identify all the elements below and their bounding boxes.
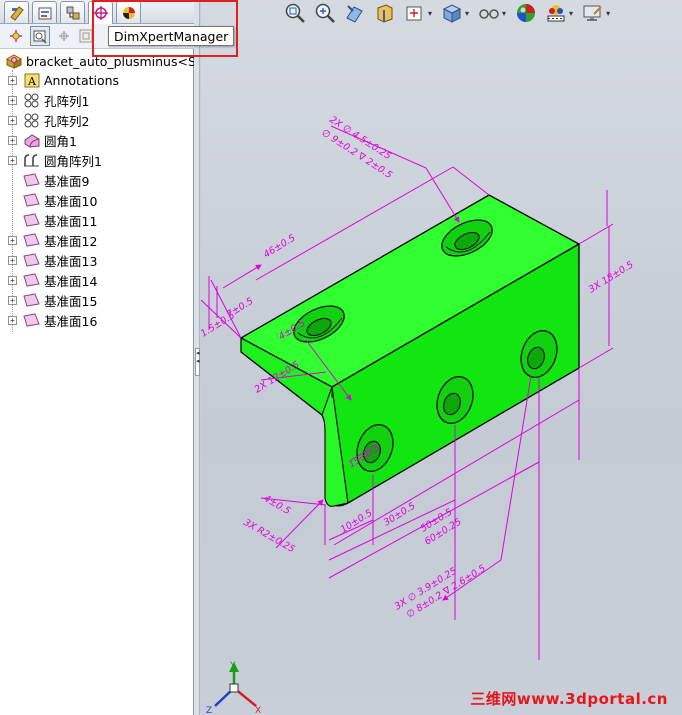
dim-side-b[interactable]: 30±0.5 (382, 501, 418, 529)
plane-icon (23, 253, 40, 268)
triad-y-label: Y (229, 661, 236, 671)
tree-item-label: 基准面9 (44, 173, 90, 189)
show-tolerance-status-button[interactable] (30, 26, 50, 46)
tree-item-label: 圆角1 (44, 133, 77, 149)
auto-dimension-button[interactable] (6, 26, 26, 46)
tab-propertymanager[interactable] (32, 1, 57, 23)
plane-icon (23, 273, 40, 288)
expand-icon[interactable]: + (8, 235, 17, 245)
hole-pattern-icon (23, 93, 40, 108)
triad-z-label: Z (206, 706, 212, 715)
auto-dimension-icon (10, 30, 22, 42)
expand-icon[interactable]: + (8, 315, 17, 325)
collapse-panel-handle[interactable]: ◂ ◂ (195, 348, 200, 376)
tree-item-annotations[interactable]: + A Annotations (8, 70, 119, 90)
tab-configurationmanager[interactable] (60, 1, 85, 23)
expand-icon[interactable]: + (8, 75, 17, 85)
configurationmanager-icon (66, 6, 79, 19)
graphics-area[interactable]: ▾ ▾ ▾ ▾ ▾ 2X ∅ 4.5±0.25 ∅ 9±0.2 ∇ 2±0.5 … (201, 0, 682, 715)
tree-item-plane-10[interactable]: 基准面10 (8, 190, 97, 210)
tree-item-label: 孔阵列2 (44, 113, 90, 129)
tree-item-label: 基准面12 (44, 233, 98, 249)
expand-icon[interactable]: + (8, 275, 17, 285)
expand-icon[interactable]: + (8, 135, 17, 145)
tree-item-plane-15[interactable]: + 基准面15 (8, 290, 97, 310)
plane-icon (23, 213, 40, 228)
site-watermark: 三维网www.3dportal.cn (470, 690, 668, 708)
plane-icon (23, 173, 40, 188)
tab-tooltip: DimXpertManager (108, 26, 235, 46)
triad-x-label: X (255, 706, 261, 715)
tree-item-label: 孔阵列1 (44, 93, 90, 109)
tree-item-label: 基准面15 (44, 293, 98, 309)
tree-item-hole-pattern-1[interactable]: + 孔阵列1 (8, 90, 89, 110)
expand-icon[interactable]: + (8, 155, 17, 165)
model-canvas: 2X ∅ 4.5±0.25 ∅ 9±0.2 ∇ 2±0.5 46±0.5 7±0… (201, 114, 636, 715)
dim-fillet[interactable]: 4±0.5 (262, 493, 293, 517)
tree-item-label: 圆角阵列1 (44, 153, 102, 169)
tree-item-label: Annotations (44, 72, 120, 88)
expand-icon[interactable]: + (8, 95, 17, 105)
tree-item-label: 基准面16 (44, 313, 98, 329)
plane-icon (23, 313, 40, 328)
fillet-icon (23, 133, 40, 148)
plane-icon (23, 233, 40, 248)
tree-item-label: 基准面14 (44, 273, 98, 289)
annotations-icon: A (23, 73, 40, 88)
tree-item-plane-11[interactable]: 基准面11 (8, 210, 97, 230)
tolerance-status-icon (33, 30, 47, 44)
tree-item-hole-pattern-2[interactable]: + 孔阵列2 (8, 110, 89, 130)
featuremanager-icon (9, 5, 24, 21)
copy-tolerance-scheme-button[interactable] (54, 26, 74, 46)
tab-featuremanager[interactable] (4, 1, 29, 23)
expand-icon[interactable]: + (8, 255, 17, 265)
dim-width-b[interactable]: 1.5±0.5 (201, 310, 237, 340)
plane-icon (23, 193, 40, 208)
tree-item-label: 基准面13 (44, 253, 98, 269)
reference-triad: Y X Z (206, 661, 261, 715)
dim-fillet-pattern[interactable]: 3X R2±0.25 (242, 517, 297, 555)
hole-pattern-icon (23, 113, 40, 128)
feature-panel: bracket_auto_plusminus<Scr + A Annotatio… (0, 0, 194, 715)
tree-item-fillet-1[interactable]: + 圆角1 (8, 130, 77, 150)
tree-item-plane-12[interactable]: + 基准面12 (8, 230, 97, 250)
expand-icon[interactable]: + (8, 115, 17, 125)
tree-item-plane-16[interactable]: + 基准面16 (8, 310, 97, 330)
dim-length[interactable]: 46±0.5 (262, 233, 298, 261)
plane-icon (23, 293, 40, 308)
fillet-pattern-icon (23, 153, 40, 168)
tree-item-label: 基准面11 (44, 213, 98, 229)
dim-right-height[interactable]: 3X 18±0.5 (587, 259, 636, 295)
expand-icon[interactable]: + (8, 295, 17, 305)
tree-item-plane-13[interactable]: + 基准面13 (8, 250, 97, 270)
part-icon (6, 53, 22, 69)
tree-item-fillet-pattern-1[interactable]: + 圆角阵列1 (8, 150, 102, 170)
tree-item-label: 基准面10 (44, 193, 98, 209)
svg-text:A: A (27, 75, 37, 88)
copy-scheme-icon (59, 31, 69, 41)
tree-item-plane-14[interactable]: + 基准面14 (8, 270, 97, 290)
tree-item-plane-9[interactable]: 基准面9 (8, 170, 89, 190)
propertymanager-icon (38, 7, 51, 19)
